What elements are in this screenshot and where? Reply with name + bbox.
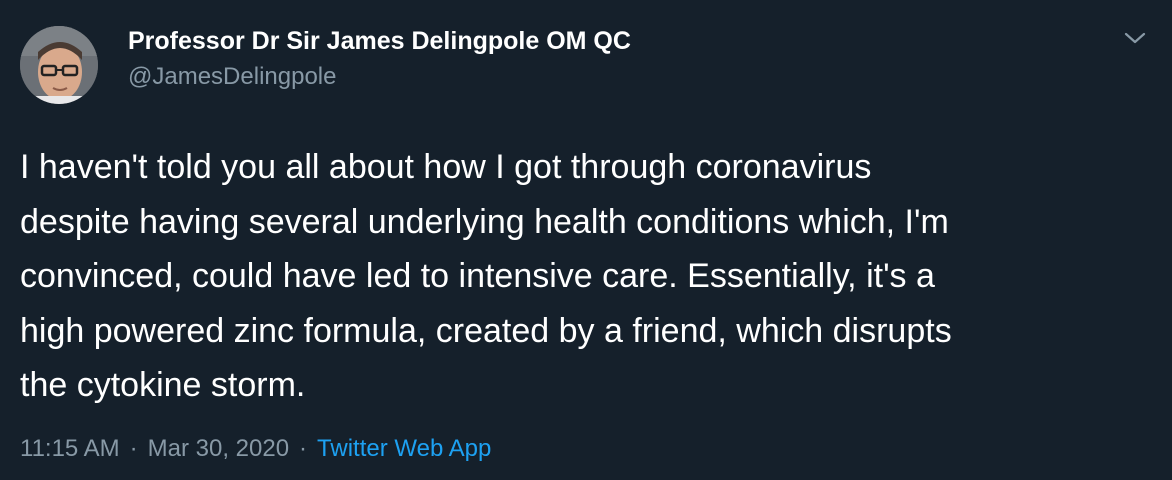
tweet-text-line: despite having several underlying health… bbox=[20, 202, 949, 241]
tweet-meta: 11:15 AM · Mar 30, 2020 · Twitter Web App bbox=[20, 432, 491, 466]
tweet-card: Professor Dr Sir James Delingpole OM QC … bbox=[0, 0, 1172, 480]
tweet-date[interactable]: Mar 30, 2020 bbox=[148, 435, 289, 462]
meta-separator: · bbox=[299, 435, 308, 462]
avatar-image bbox=[20, 26, 98, 104]
tweet-text-line: I haven't told you all about how I got t… bbox=[20, 148, 872, 186]
tweet-text-line: high powered zinc formula, created by a … bbox=[20, 311, 952, 350]
tweet-source-link[interactable]: Twitter Web App bbox=[317, 435, 491, 462]
meta-separator: · bbox=[129, 435, 138, 462]
author-handle[interactable]: @JamesDelingpole bbox=[128, 62, 336, 92]
chevron-down-icon[interactable] bbox=[1120, 26, 1150, 50]
author-display-name[interactable]: Professor Dr Sir James Delingpole OM QC bbox=[128, 26, 631, 56]
tweet-time[interactable]: 11:15 AM bbox=[20, 435, 120, 462]
tweet-text: I haven't told you all about how I got t… bbox=[20, 140, 1152, 413]
tweet-text-line: the cytokine storm. bbox=[20, 366, 306, 404]
tweet-text-line: convinced, could have led to intensive c… bbox=[20, 257, 935, 295]
avatar[interactable] bbox=[20, 26, 98, 104]
